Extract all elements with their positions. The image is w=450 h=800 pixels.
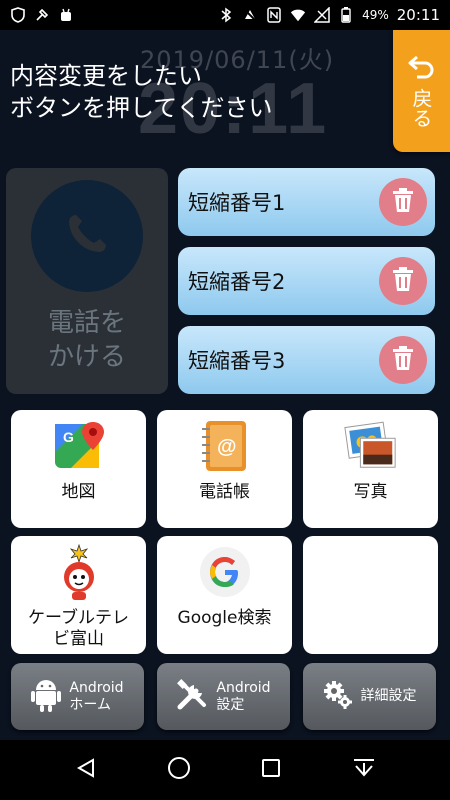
app-label: 写真	[353, 482, 388, 502]
cable-tv-icon	[51, 543, 107, 600]
delete-speed-dial-1-button[interactable]	[379, 178, 427, 226]
trash-icon	[391, 187, 415, 217]
app-label: ケーブルテレ ビ富山	[28, 608, 129, 649]
header-area: 2019/06/11(火) 20:11 内容変更をしたい ボタンを押してください…	[0, 30, 450, 165]
trash-icon	[391, 266, 415, 296]
svg-text:@: @	[217, 436, 237, 458]
trash-icon	[391, 345, 415, 375]
app-contacts[interactable]: @ 電話帳	[157, 410, 292, 528]
delete-speed-dial-2-button[interactable]	[379, 257, 427, 305]
wifi-icon	[290, 7, 306, 23]
recents-square-icon	[261, 758, 281, 782]
status-time: 20:11	[396, 6, 440, 24]
android-settings-label: Android 設定	[216, 679, 271, 713]
back-triangle-icon	[75, 757, 97, 783]
android-icon	[31, 678, 62, 716]
mute-icon	[242, 7, 258, 23]
nav-back-button[interactable]	[66, 750, 106, 790]
maps-icon: G	[51, 418, 107, 474]
speed-dial-3-button[interactable]: 短縮番号3	[178, 326, 435, 394]
app-empty-slot[interactable]	[303, 536, 438, 654]
back-button[interactable]: 戻る	[393, 30, 450, 152]
speed-dial-label: 短縮番号1	[188, 191, 286, 215]
delete-speed-dial-3-button[interactable]	[379, 336, 427, 384]
advanced-settings-button[interactable]: 詳細設定	[303, 663, 436, 730]
call-button[interactable]: 電話を かける	[6, 168, 168, 394]
phone-circle	[31, 180, 143, 292]
android-notification-icon	[58, 7, 74, 23]
call-label: 電話を かける	[47, 308, 126, 372]
bluetooth-icon	[218, 7, 234, 23]
svg-text:G: G	[63, 429, 74, 445]
contacts-icon: @	[197, 418, 253, 474]
signal-icon	[314, 7, 330, 23]
app-google-search[interactable]: Google検索	[157, 536, 292, 654]
app-maps[interactable]: G 地図	[11, 410, 146, 528]
undo-arrow-icon	[407, 54, 437, 84]
android-home-label: Android ホーム	[69, 679, 124, 713]
advanced-settings-label: 詳細設定	[360, 688, 417, 704]
app-cable-tv-toyama[interactable]: ケーブルテレ ビ富山	[11, 536, 146, 654]
android-settings-button[interactable]: Android 設定	[157, 663, 290, 730]
photos-icon	[343, 418, 399, 474]
instruction-text: 内容変更をしたい ボタンを押してください	[10, 62, 273, 122]
app-label: 地図	[61, 482, 96, 502]
tools-icon	[176, 678, 208, 715]
speed-dial-label: 短縮番号3	[188, 349, 286, 373]
nav-notification-button[interactable]	[344, 750, 384, 790]
app-label: Google検索	[177, 608, 272, 628]
app-photos[interactable]: 写真	[303, 410, 438, 528]
speed-dial-2-button[interactable]: 短縮番号2	[178, 247, 435, 315]
battery-percent: 49%	[362, 8, 389, 22]
home-circle-icon	[167, 756, 191, 784]
nfc-icon	[266, 7, 282, 23]
notification-tool-icon	[34, 7, 50, 23]
phone-icon	[62, 209, 112, 263]
system-nav-bar	[0, 740, 450, 800]
status-bar: 49% 20:11	[0, 0, 450, 30]
google-icon	[197, 544, 253, 600]
app-label: 電話帳	[199, 482, 250, 502]
android-home-button[interactable]: Android ホーム	[11, 663, 144, 730]
back-label: 戻る	[409, 88, 433, 128]
vpn-shield-icon	[10, 7, 26, 23]
pull-down-icon	[352, 757, 376, 783]
nav-recents-button[interactable]	[251, 750, 291, 790]
speed-dial-label: 短縮番号2	[188, 270, 286, 294]
battery-icon	[338, 7, 354, 23]
speed-dial-1-button[interactable]: 短縮番号1	[178, 168, 435, 236]
nav-home-button[interactable]	[159, 750, 199, 790]
gear-icon	[323, 680, 353, 714]
